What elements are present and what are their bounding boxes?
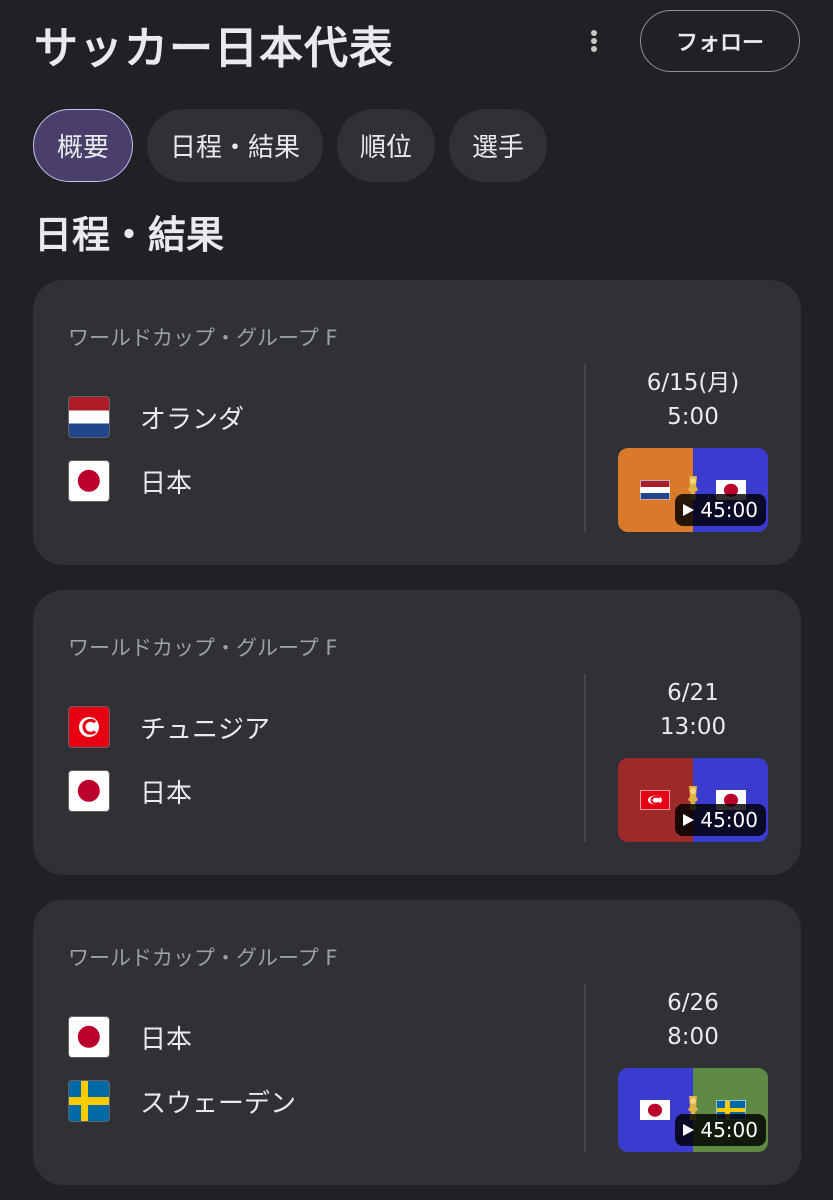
- follow-button[interactable]: フォロー: [640, 10, 800, 72]
- play-icon: [683, 1124, 695, 1136]
- divider: [584, 364, 586, 532]
- tab-bar: 概要 日程・結果 順位 選手: [33, 109, 548, 182]
- match-date: 6/21: [667, 680, 719, 706]
- page-title: サッカー日本代表: [34, 23, 394, 74]
- match-card[interactable]: ワールドカップ・グループ F チュニジア 日本 6/21 13:00 45:00: [33, 590, 801, 875]
- duration-text: 45:00: [700, 808, 758, 832]
- duration-text: 45:00: [700, 498, 758, 522]
- team-name: チュニジア: [140, 714, 271, 745]
- highlight-video-thumbnail[interactable]: 45:00: [618, 448, 768, 532]
- section-title: 日程・結果: [34, 213, 225, 257]
- tab-schedule-results[interactable]: 日程・結果: [147, 109, 324, 182]
- home-team: 日本: [68, 1016, 192, 1058]
- video-duration-badge: 45:00: [675, 494, 766, 526]
- league-label: ワールドカップ・グループ F: [68, 326, 338, 350]
- video-duration-badge: 45:00: [675, 1114, 766, 1146]
- away-team: 日本: [68, 770, 192, 812]
- league-label: ワールドカップ・グループ F: [68, 636, 338, 660]
- more-options-icon[interactable]: [582, 26, 606, 56]
- play-icon: [683, 504, 695, 516]
- highlight-video-thumbnail[interactable]: 45:00: [618, 758, 768, 842]
- tunisia-flag-icon: [68, 706, 110, 748]
- netherlands-flag-icon: [68, 396, 110, 438]
- team-name: 日本: [140, 468, 193, 499]
- video-duration-badge: 45:00: [675, 804, 766, 836]
- divider: [584, 674, 586, 842]
- team-name: 日本: [140, 1024, 193, 1055]
- home-team: オランダ: [68, 396, 244, 438]
- team-name: スウェーデン: [140, 1088, 297, 1119]
- tab-players[interactable]: 選手: [449, 109, 548, 182]
- app-header: サッカー日本代表 フォロー: [0, 0, 833, 84]
- match-card[interactable]: ワールドカップ・グループ F オランダ 日本 6/15(月) 5:00 45:0…: [33, 280, 801, 565]
- team-name: 日本: [140, 778, 193, 809]
- japan-flag-icon: [68, 460, 110, 502]
- japan-flag-icon: [640, 1100, 670, 1120]
- home-team: チュニジア: [68, 706, 270, 748]
- team-name: オランダ: [140, 404, 245, 435]
- japan-flag-icon: [68, 1016, 110, 1058]
- match-time: 13:00: [659, 714, 727, 740]
- tunisia-flag-icon: [640, 790, 670, 810]
- match-date: 6/15(月): [646, 370, 740, 396]
- match-time: 8:00: [667, 1024, 719, 1050]
- tab-overview[interactable]: 概要: [33, 109, 134, 182]
- league-label: ワールドカップ・グループ F: [68, 946, 338, 970]
- sweden-flag-icon: [68, 1080, 110, 1122]
- match-card[interactable]: ワールドカップ・グループ F 日本 スウェーデン 6/26 8:00 45:00: [33, 900, 801, 1185]
- match-date: 6/26: [667, 990, 719, 1016]
- away-team: スウェーデン: [68, 1080, 296, 1122]
- match-time: 5:00: [667, 404, 719, 430]
- divider: [584, 984, 586, 1152]
- tab-standings[interactable]: 順位: [337, 109, 436, 182]
- play-icon: [683, 814, 695, 826]
- duration-text: 45:00: [700, 1118, 758, 1142]
- japan-flag-icon: [68, 770, 110, 812]
- highlight-video-thumbnail[interactable]: 45:00: [618, 1068, 768, 1152]
- netherlands-flag-icon: [640, 480, 670, 500]
- away-team: 日本: [68, 460, 192, 502]
